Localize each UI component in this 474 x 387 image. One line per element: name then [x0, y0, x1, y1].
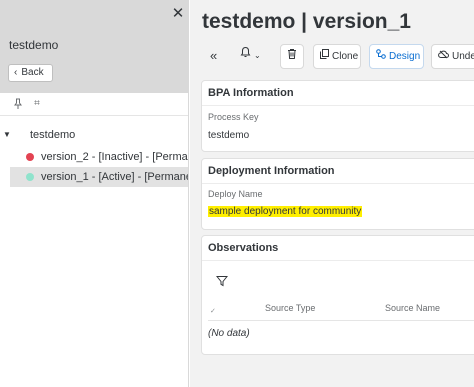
table-header-divider [208, 320, 474, 321]
highlighted-text: sample deployment for community [208, 206, 363, 217]
pin-icon[interactable] [12, 98, 24, 110]
design-label: Design [389, 51, 421, 62]
deploy-name-label: Deploy Name [208, 189, 263, 199]
trash-icon [287, 45, 297, 68]
observations-card: Observations ✓ Source Type Source Name (… [201, 235, 474, 355]
workflow-icon [376, 45, 386, 68]
undeploy-label: Unde [452, 51, 474, 62]
clone-label: Clone [332, 51, 359, 62]
tree-item-version-2[interactable]: version_2 - [Inactive] - [Permanent] [10, 147, 188, 167]
empty-table-text: (No data) [208, 328, 250, 339]
copy-icon [320, 45, 329, 68]
panel-header: ✕ testdemo ‹ Back [0, 0, 188, 93]
chevron-down-icon: ⌄ [254, 51, 261, 60]
caret-down-icon[interactable]: ▼ [3, 127, 11, 143]
toolbar: « ⌄ Clone Design Unde [190, 44, 474, 70]
notifications-button[interactable]: ⌄ [234, 44, 268, 69]
tree-item-label: version_2 - [Inactive] - [Permanent] [41, 151, 188, 163]
navigation-panel: ✕ testdemo ‹ Back ⌗ ▼ testdemo version_2 … [0, 0, 189, 387]
tree-item-label: version_1 - [Active] - [PermanentL [41, 171, 188, 183]
divider [202, 183, 474, 184]
undeploy-icon [438, 45, 449, 68]
collapse-button[interactable]: « [204, 44, 226, 69]
page-title: testdemo | version_1 [202, 10, 411, 33]
deploy-name-value: sample deployment for community [208, 206, 363, 217]
bell-icon [240, 44, 251, 67]
close-icon[interactable]: ✕ [170, 6, 186, 22]
tree-item-version-1[interactable]: version_1 - [Active] - [PermanentL [10, 167, 188, 187]
process-key-label: Process Key [208, 112, 259, 122]
deployment-information-card: Deployment Information Deploy Name sampl… [201, 158, 474, 230]
grid-icon[interactable]: ⌗ [31, 98, 43, 110]
bpa-information-card: BPA Information Process Key testdemo [201, 80, 474, 152]
select-all-icon[interactable]: ✓ [210, 307, 216, 315]
tree-root-label: testdemo [30, 129, 76, 141]
back-label: Back [21, 67, 44, 78]
card-title: BPA Information [208, 87, 294, 99]
clone-button[interactable]: Clone [313, 44, 361, 69]
column-header-source-name[interactable]: Source Name [385, 303, 440, 313]
panel-tools: ⌗ [0, 93, 188, 116]
project-title: testdemo [9, 38, 59, 52]
column-header-source-type[interactable]: Source Type [265, 303, 315, 313]
back-button[interactable]: ‹ Back [8, 64, 53, 82]
process-key-value: testdemo [208, 130, 250, 141]
tree-root[interactable]: ▼ testdemo [0, 127, 188, 143]
divider [202, 260, 474, 261]
delete-button[interactable] [280, 44, 304, 69]
chevron-left-icon: ‹ [14, 67, 18, 78]
divider [202, 105, 474, 106]
filter-icon[interactable] [215, 274, 229, 287]
card-title: Deployment Information [208, 165, 335, 177]
detail-panel: testdemo | version_1 « ⌄ Clone Design Un… [190, 0, 474, 387]
undeploy-button[interactable]: Unde [431, 44, 474, 69]
status-dot-active [26, 173, 34, 181]
design-button[interactable]: Design [369, 44, 424, 69]
card-title: Observations [208, 242, 279, 254]
status-dot-inactive [26, 153, 34, 161]
double-chevron-left-icon: « [210, 48, 218, 63]
